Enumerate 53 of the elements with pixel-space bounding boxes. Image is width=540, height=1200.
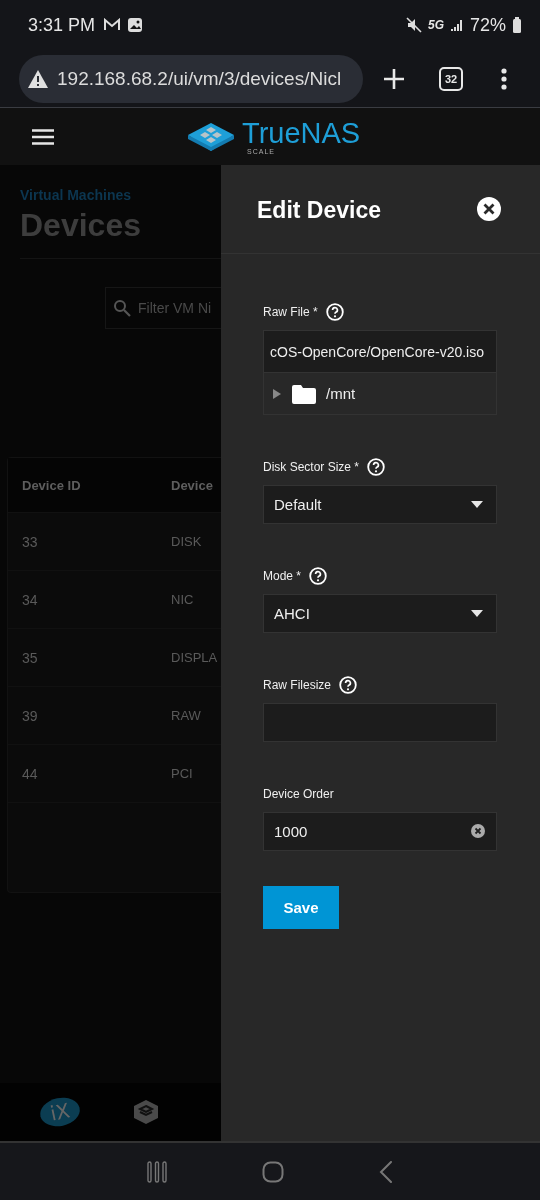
menu-icon[interactable] bbox=[32, 128, 54, 145]
field-label: Raw Filesize bbox=[263, 678, 331, 692]
table-cell: DISK bbox=[171, 534, 202, 549]
logo-wordmark: TrueNAS bbox=[242, 118, 361, 148]
tree-node[interactable]: /mnt bbox=[264, 372, 496, 414]
select-field[interactable]: Default bbox=[263, 485, 497, 524]
url-text: 192.168.68.2/ui/vm/3/devices/Nicl bbox=[57, 67, 342, 90]
table-cell-text: 35 bbox=[21, 649, 39, 666]
table-cell-text: 39 bbox=[21, 707, 39, 724]
table-cell-text: 33 bbox=[21, 533, 39, 550]
panel-title: Edit Device bbox=[257, 196, 381, 224]
expander-icon[interactable] bbox=[272, 387, 282, 400]
caret-icon bbox=[470, 609, 484, 618]
battery-icon bbox=[512, 17, 522, 33]
back-icon[interactable] bbox=[378, 1160, 393, 1183]
help-icon[interactable] bbox=[309, 567, 328, 585]
image-icon bbox=[127, 17, 144, 33]
battery-percent: 72% bbox=[469, 14, 506, 36]
help-icon[interactable] bbox=[339, 676, 357, 694]
recents-icon[interactable] bbox=[147, 1160, 168, 1183]
mail-icon bbox=[103, 18, 122, 32]
table-cell-text: 34 bbox=[21, 591, 39, 608]
field-label: Device Order bbox=[263, 787, 334, 801]
field-label: Disk Sector Size * bbox=[263, 460, 360, 474]
close-icon[interactable] bbox=[477, 197, 501, 221]
network-label: 5G bbox=[427, 18, 444, 32]
file-path-field[interactable]: cOS-OpenCore/OpenCore-v20.iso bbox=[264, 331, 496, 372]
caret-icon bbox=[470, 500, 484, 509]
input-field[interactable]: 1000 bbox=[263, 812, 497, 851]
table-cell: NIC bbox=[171, 592, 194, 607]
table-cell: DISPLA bbox=[171, 650, 218, 665]
signal-icon bbox=[449, 18, 464, 32]
cube-grid-logo-icon bbox=[186, 120, 236, 153]
clear-icon[interactable] bbox=[471, 824, 485, 838]
home-icon[interactable] bbox=[262, 1160, 284, 1183]
warning-icon bbox=[27, 68, 49, 89]
field-label: Mode * bbox=[263, 569, 302, 583]
filter-field[interactable]: Filter VM Ni bbox=[105, 287, 221, 329]
help-icon[interactable] bbox=[367, 458, 386, 476]
select-field[interactable]: AHCI bbox=[263, 594, 497, 633]
field-label: Raw File * bbox=[263, 305, 318, 319]
address-bar[interactable]: 192.168.68.2/ui/vm/3/devices/Nicl bbox=[19, 54, 363, 103]
plus-icon[interactable] bbox=[383, 67, 405, 90]
table-cell: RAW bbox=[171, 708, 201, 723]
table-cell: PCI bbox=[171, 766, 193, 781]
clock-time: 3:31 PM bbox=[28, 14, 96, 36]
table-cell-text: 44 bbox=[21, 765, 39, 782]
help-icon[interactable] bbox=[325, 303, 344, 321]
mute-icon bbox=[405, 17, 422, 33]
tab-count-button[interactable]: 32 bbox=[439, 66, 463, 91]
more-icon[interactable] bbox=[501, 67, 507, 90]
folder-icon bbox=[292, 383, 316, 404]
search-icon bbox=[113, 299, 131, 317]
